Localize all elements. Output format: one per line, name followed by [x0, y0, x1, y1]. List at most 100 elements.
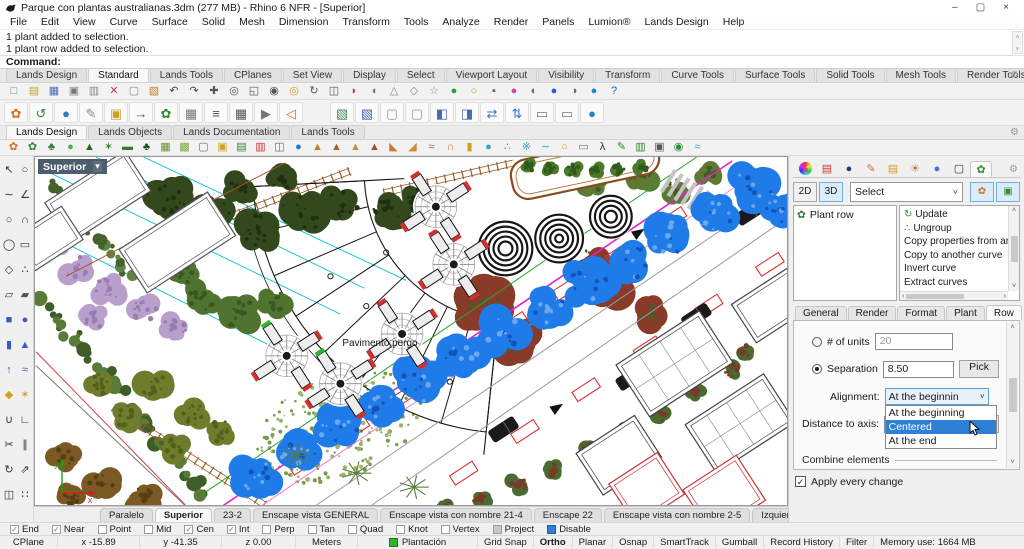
world-icon[interactable]: ●	[584, 84, 604, 99]
context-item-copy-to-another-curve[interactable]: Copy to another curve	[904, 249, 1006, 263]
tab-lands-tools[interactable]: Lands Tools	[150, 68, 223, 82]
pane-gumball[interactable]: Gumball	[716, 536, 764, 549]
announce-icon[interactable]: ◁	[279, 102, 303, 123]
render-settings-icon[interactable]: ◑	[564, 84, 584, 99]
terrain-3-icon[interactable]: ▲	[346, 140, 365, 155]
image-a-icon[interactable]: ▧	[330, 102, 354, 123]
scale-icon[interactable]: ⇗	[17, 458, 33, 482]
camera-icon[interactable]: ▣	[650, 140, 669, 155]
context-horizontal-scrollbar[interactable]: ‹ ›	[900, 291, 1008, 300]
units-field[interactable]: 20	[875, 333, 953, 350]
tab-lands-design[interactable]: Lands Design	[6, 68, 87, 82]
truck-icon[interactable]: ▮	[460, 140, 479, 155]
planter-icon[interactable]: ▢	[194, 140, 213, 155]
plane-icon[interactable]: ▰	[17, 283, 33, 307]
scroll-down-icon[interactable]: ˅	[1010, 459, 1014, 466]
stats-icon[interactable]: ▥	[251, 140, 270, 155]
help-icon[interactable]: ?	[604, 84, 624, 99]
terrain-fill-icon[interactable]: ◢	[403, 140, 422, 155]
tab-visibility[interactable]: Visibility	[538, 68, 594, 82]
scroll-down-icon[interactable]: ˅	[1016, 44, 1020, 56]
osnap-end[interactable]: ✓End	[10, 524, 39, 535]
window-a-icon[interactable]: ▭	[530, 102, 554, 123]
context-item-ungroup[interactable]: ∴Ungroup	[904, 222, 1006, 236]
panel-right-icon[interactable]: ◨	[455, 102, 479, 123]
panel-left-icon[interactable]: ◧	[430, 102, 454, 123]
ellipse-icon[interactable]: ◯	[1, 233, 17, 257]
window-b-icon[interactable]: ▭	[555, 102, 579, 123]
current-layer-button[interactable]: Plantación	[358, 536, 478, 549]
scroll-thumb[interactable]	[906, 294, 964, 299]
tab-surface-tools[interactable]: Surface Tools	[735, 68, 815, 82]
panel-gear-icon[interactable]: ⚙	[1009, 164, 1018, 175]
notifications-panel-icon[interactable]: ●	[926, 161, 948, 177]
menu-lumion[interactable]: Lumion®	[581, 16, 637, 28]
layers-panel-icon[interactable]: ▤	[816, 161, 838, 177]
view-tab-paralelo[interactable]: Paralelo	[100, 508, 153, 522]
osnap-knot-checkbox[interactable]	[396, 525, 405, 534]
edit-label-icon[interactable]: ✎	[79, 102, 103, 123]
explode-icon[interactable]: ✶	[17, 383, 33, 407]
tab-viewport-layout[interactable]: Viewport Layout	[446, 68, 538, 82]
print-icon[interactable]: ▣	[64, 84, 84, 99]
path-icon[interactable]: ≈	[422, 140, 441, 155]
person-icon[interactable]: λ	[593, 140, 612, 155]
display-color-panel-icon[interactable]: ●	[799, 162, 812, 175]
osnap-tan-checkbox[interactable]	[308, 525, 317, 534]
plan-canvas[interactable]: yx Pavimento pergo	[35, 157, 787, 505]
cylinder-icon[interactable]: ▮	[1, 333, 17, 357]
osnap-disable-checkbox[interactable]	[547, 525, 556, 534]
toolbar-options-gear-icon[interactable]: ⚙	[1010, 127, 1019, 138]
terrain-1-icon[interactable]: ▲	[308, 140, 327, 155]
web-import-icon[interactable]: ●	[54, 102, 78, 123]
save-b-icon[interactable]: ▢	[405, 102, 429, 123]
pane-planar[interactable]: Planar	[573, 536, 613, 549]
separation-radio[interactable]	[812, 364, 822, 374]
osnap-end-checkbox[interactable]: ✓	[10, 525, 19, 534]
lamp-icon[interactable]: ○	[555, 140, 574, 155]
osnap-int-checkbox[interactable]: ✓	[227, 525, 236, 534]
osnap-project[interactable]: Project	[493, 524, 535, 535]
groundcover-icon[interactable]: ▦	[156, 140, 175, 155]
swap-h-icon[interactable]: ⇄	[480, 102, 504, 123]
hide-icon[interactable]: ◗	[344, 84, 364, 99]
pane-record-history[interactable]: Record History	[764, 536, 840, 549]
viewport-superior[interactable]: yx Pavimento pergo Superior ▾	[34, 156, 788, 506]
tab-display[interactable]: Display	[343, 68, 396, 82]
redo-icon[interactable]: ↷	[184, 84, 204, 99]
named-view-icon[interactable]: ☆	[424, 84, 444, 99]
hedge-icon[interactable]: ▬	[118, 140, 137, 155]
scroll-down-icon[interactable]: ˅	[1012, 283, 1016, 290]
prop-tab-format[interactable]: Format	[897, 306, 945, 320]
point-icon[interactable]: ∴	[17, 258, 33, 282]
curve-icon[interactable]: ∼	[1, 183, 17, 207]
menu-solid[interactable]: Solid	[195, 16, 232, 28]
mode-2d-button[interactable]: 2D	[793, 182, 817, 202]
edit-green-icon[interactable]: ✎	[612, 140, 631, 155]
furniture-icon[interactable]: ▭	[574, 140, 593, 155]
water-drop-icon[interactable]: ●	[479, 140, 498, 155]
osnap-cen[interactable]: ✓Cen	[184, 524, 213, 535]
circle-icon[interactable]: ○	[1, 208, 17, 232]
save-a-icon[interactable]: ▢	[380, 102, 404, 123]
lightbulb-icon[interactable]: ○	[464, 84, 484, 99]
mode-3d-button[interactable]: 3D	[819, 182, 843, 202]
scroll-thumb[interactable]	[1009, 378, 1017, 412]
separation-pick-button[interactable]: Pick	[959, 360, 999, 378]
osnap-knot[interactable]: Knot	[396, 524, 428, 535]
select-dropdown[interactable]: Select ˅	[850, 182, 963, 202]
menu-lands-design[interactable]: Lands Design	[638, 16, 716, 28]
view-tab-enscape-vista-general[interactable]: Enscape vista GENERAL	[253, 508, 378, 522]
fillet-icon[interactable]: ∟	[17, 408, 33, 432]
osnap-perp[interactable]: Perp	[262, 524, 294, 535]
sun-panel-icon[interactable]: ☀	[904, 161, 926, 177]
osnap-quad-checkbox[interactable]	[348, 525, 357, 534]
snapshot-icon[interactable]: ▦	[179, 102, 203, 123]
lock-icon[interactable]: ▪	[484, 84, 504, 99]
menu-mesh[interactable]: Mesh	[232, 16, 272, 28]
select-pointer-icon[interactable]: ↖	[1, 158, 17, 182]
palm-icon[interactable]: ✶	[99, 140, 118, 155]
terrain-2-icon[interactable]: ▲	[327, 140, 346, 155]
render-plant-icon[interactable]: ◉	[669, 140, 688, 155]
photo-plant-icon[interactable]: ▣	[213, 140, 232, 155]
